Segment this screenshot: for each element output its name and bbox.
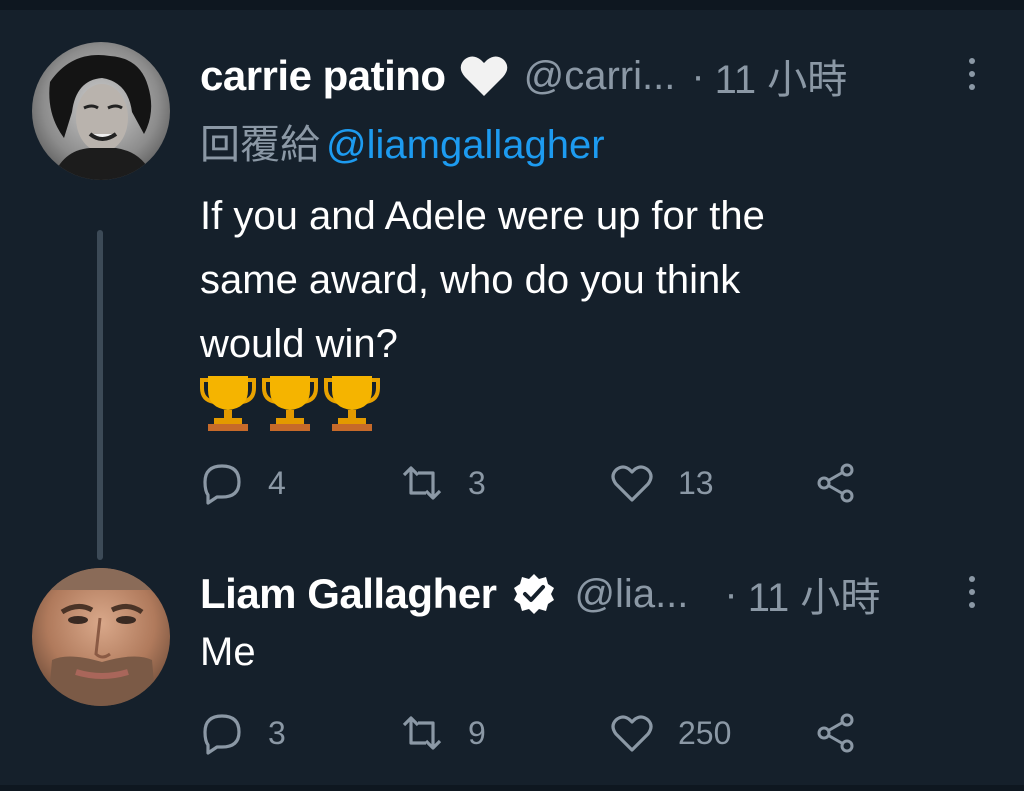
retweet-count: 9 (468, 714, 486, 751)
share-button[interactable] (814, 458, 858, 508)
like-count: 13 (678, 464, 714, 501)
tweet-text: If you and Adele were up for the same aw… (200, 184, 920, 376)
reply-icon (203, 714, 241, 755)
display-name[interactable]: carrie patino (200, 52, 446, 100)
like-count: 250 (678, 714, 732, 751)
trophy-icon (324, 376, 380, 431)
like-icon (611, 715, 653, 752)
retweet-icon (402, 466, 442, 500)
top-divider (0, 0, 1024, 10)
retweet-button[interactable]: 3 (400, 458, 486, 508)
more-options-icon[interactable] (960, 572, 984, 612)
like-icon (611, 465, 653, 502)
like-button[interactable]: 13 (610, 458, 714, 508)
reply-button[interactable]: 4 (200, 458, 286, 508)
verified-icon (508, 571, 560, 617)
retweet-button[interactable]: 9 (400, 708, 486, 758)
timestamp[interactable]: 11 小時 (715, 47, 848, 105)
reply-button[interactable]: 3 (200, 708, 286, 758)
tweet-liam-gallagher[interactable]: Liam Gallagher @lia... · 11 小時 Me 3 9 25… (0, 560, 1024, 785)
display-name[interactable]: Liam Gallagher (200, 570, 497, 618)
tweet-text-line: would win? (200, 322, 398, 366)
reply-count: 3 (268, 714, 286, 751)
avatar[interactable] (32, 42, 170, 180)
tweet-text-line: Me (200, 630, 256, 674)
user-handle[interactable]: @carri... (524, 54, 676, 99)
share-button[interactable] (814, 708, 858, 758)
tweet-text: Me (200, 624, 920, 680)
tweet-carrie-patino[interactable]: carrie patino @carri... · 11 小時 回覆給 @liam… (0, 38, 1024, 568)
trophy-icon (200, 376, 256, 431)
bottom-divider (0, 785, 1024, 791)
action-bar: 3 9 250 (200, 708, 880, 758)
avatar-image-liam (32, 568, 170, 706)
reply-mention-link[interactable]: @liamgallagher (326, 123, 605, 167)
tweet-header: Liam Gallagher @lia... · 11 小時 (200, 564, 984, 624)
action-bar: 4 3 13 (200, 458, 880, 508)
more-options-icon[interactable] (960, 54, 984, 94)
trophy-icon (262, 376, 318, 431)
like-button[interactable]: 250 (610, 708, 731, 758)
share-icon (817, 463, 854, 503)
reply-icon (203, 464, 241, 505)
separator-dot: · (691, 53, 705, 98)
separator-dot: · (724, 571, 738, 616)
reply-prefix: 回覆給 (200, 123, 320, 167)
tweet-text-line: If you and Adele were up for the (200, 194, 765, 238)
avatar-image-carrie (32, 42, 170, 180)
heart-icon (458, 53, 510, 99)
timestamp[interactable]: 11 小時 (748, 565, 881, 623)
thread-line (97, 230, 103, 560)
reply-count: 4 (268, 464, 286, 501)
avatar[interactable] (32, 568, 170, 706)
reply-to-line: 回覆給 @liamgallagher (200, 112, 605, 170)
tweet-header: carrie patino @carri... · 11 小時 (200, 46, 984, 106)
emoji-row (200, 374, 380, 432)
share-icon (817, 713, 854, 753)
tweet-text-line: same award, who do you think (200, 258, 741, 302)
retweet-icon (402, 716, 442, 750)
user-handle[interactable]: @lia... (574, 572, 688, 617)
retweet-count: 3 (468, 464, 486, 501)
